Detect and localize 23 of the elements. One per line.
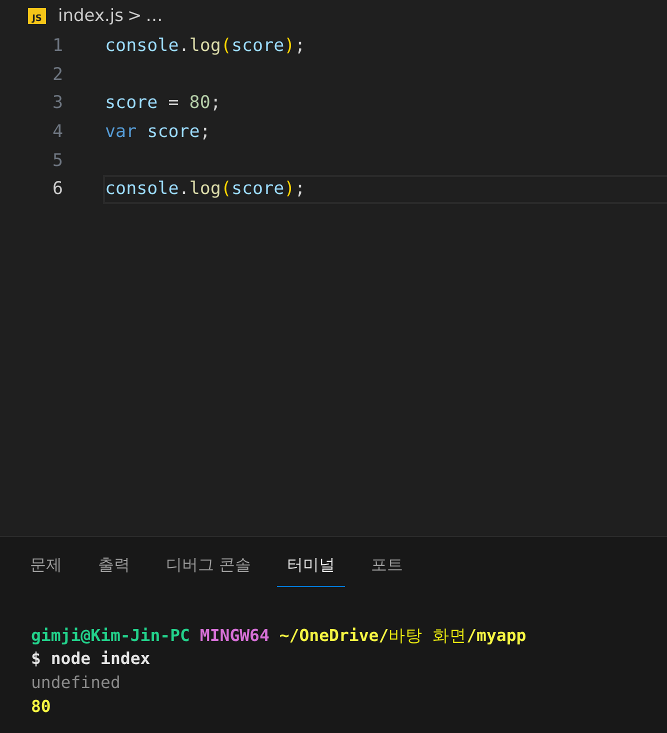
code-line: score = 80; — [105, 93, 221, 114]
terminal-line: gimji@Kim-Jin-PC MINGW64 ~/OneDrive/바탕 화면/myapp — [31, 625, 528, 647]
code-line: console.log(score); — [105, 36, 306, 56]
line-number: 6 — [51, 179, 63, 200]
breadcrumb-separator: > — [128, 6, 142, 26]
line-number: 5 — [51, 150, 63, 171]
panel-tab[interactable]: 포트 — [361, 551, 414, 587]
code-line: console.log(score); — [105, 179, 306, 200]
code-line: var score; — [105, 122, 210, 142]
breadcrumb-more[interactable]: … — [146, 6, 163, 26]
panel-tab[interactable]: 문제 — [20, 551, 72, 587]
breadcrumb-file[interactable]: index.js — [58, 6, 124, 26]
terminal-line: $ node index — [31, 649, 152, 670]
line-number: 2 — [51, 64, 63, 85]
panel-tab[interactable]: 터미널 — [277, 551, 346, 587]
panel-tab[interactable]: 디버그 콘솔 — [156, 551, 262, 587]
terminal-line: undefined — [31, 673, 122, 694]
line-number: 1 — [51, 36, 63, 56]
panel-tab[interactable]: 출력 — [88, 551, 140, 587]
terminal-line: 80 — [31, 697, 52, 718]
javascript-file-icon: JS — [28, 8, 46, 24]
line-number: 4 — [51, 122, 63, 142]
line-number: 3 — [51, 93, 63, 114]
